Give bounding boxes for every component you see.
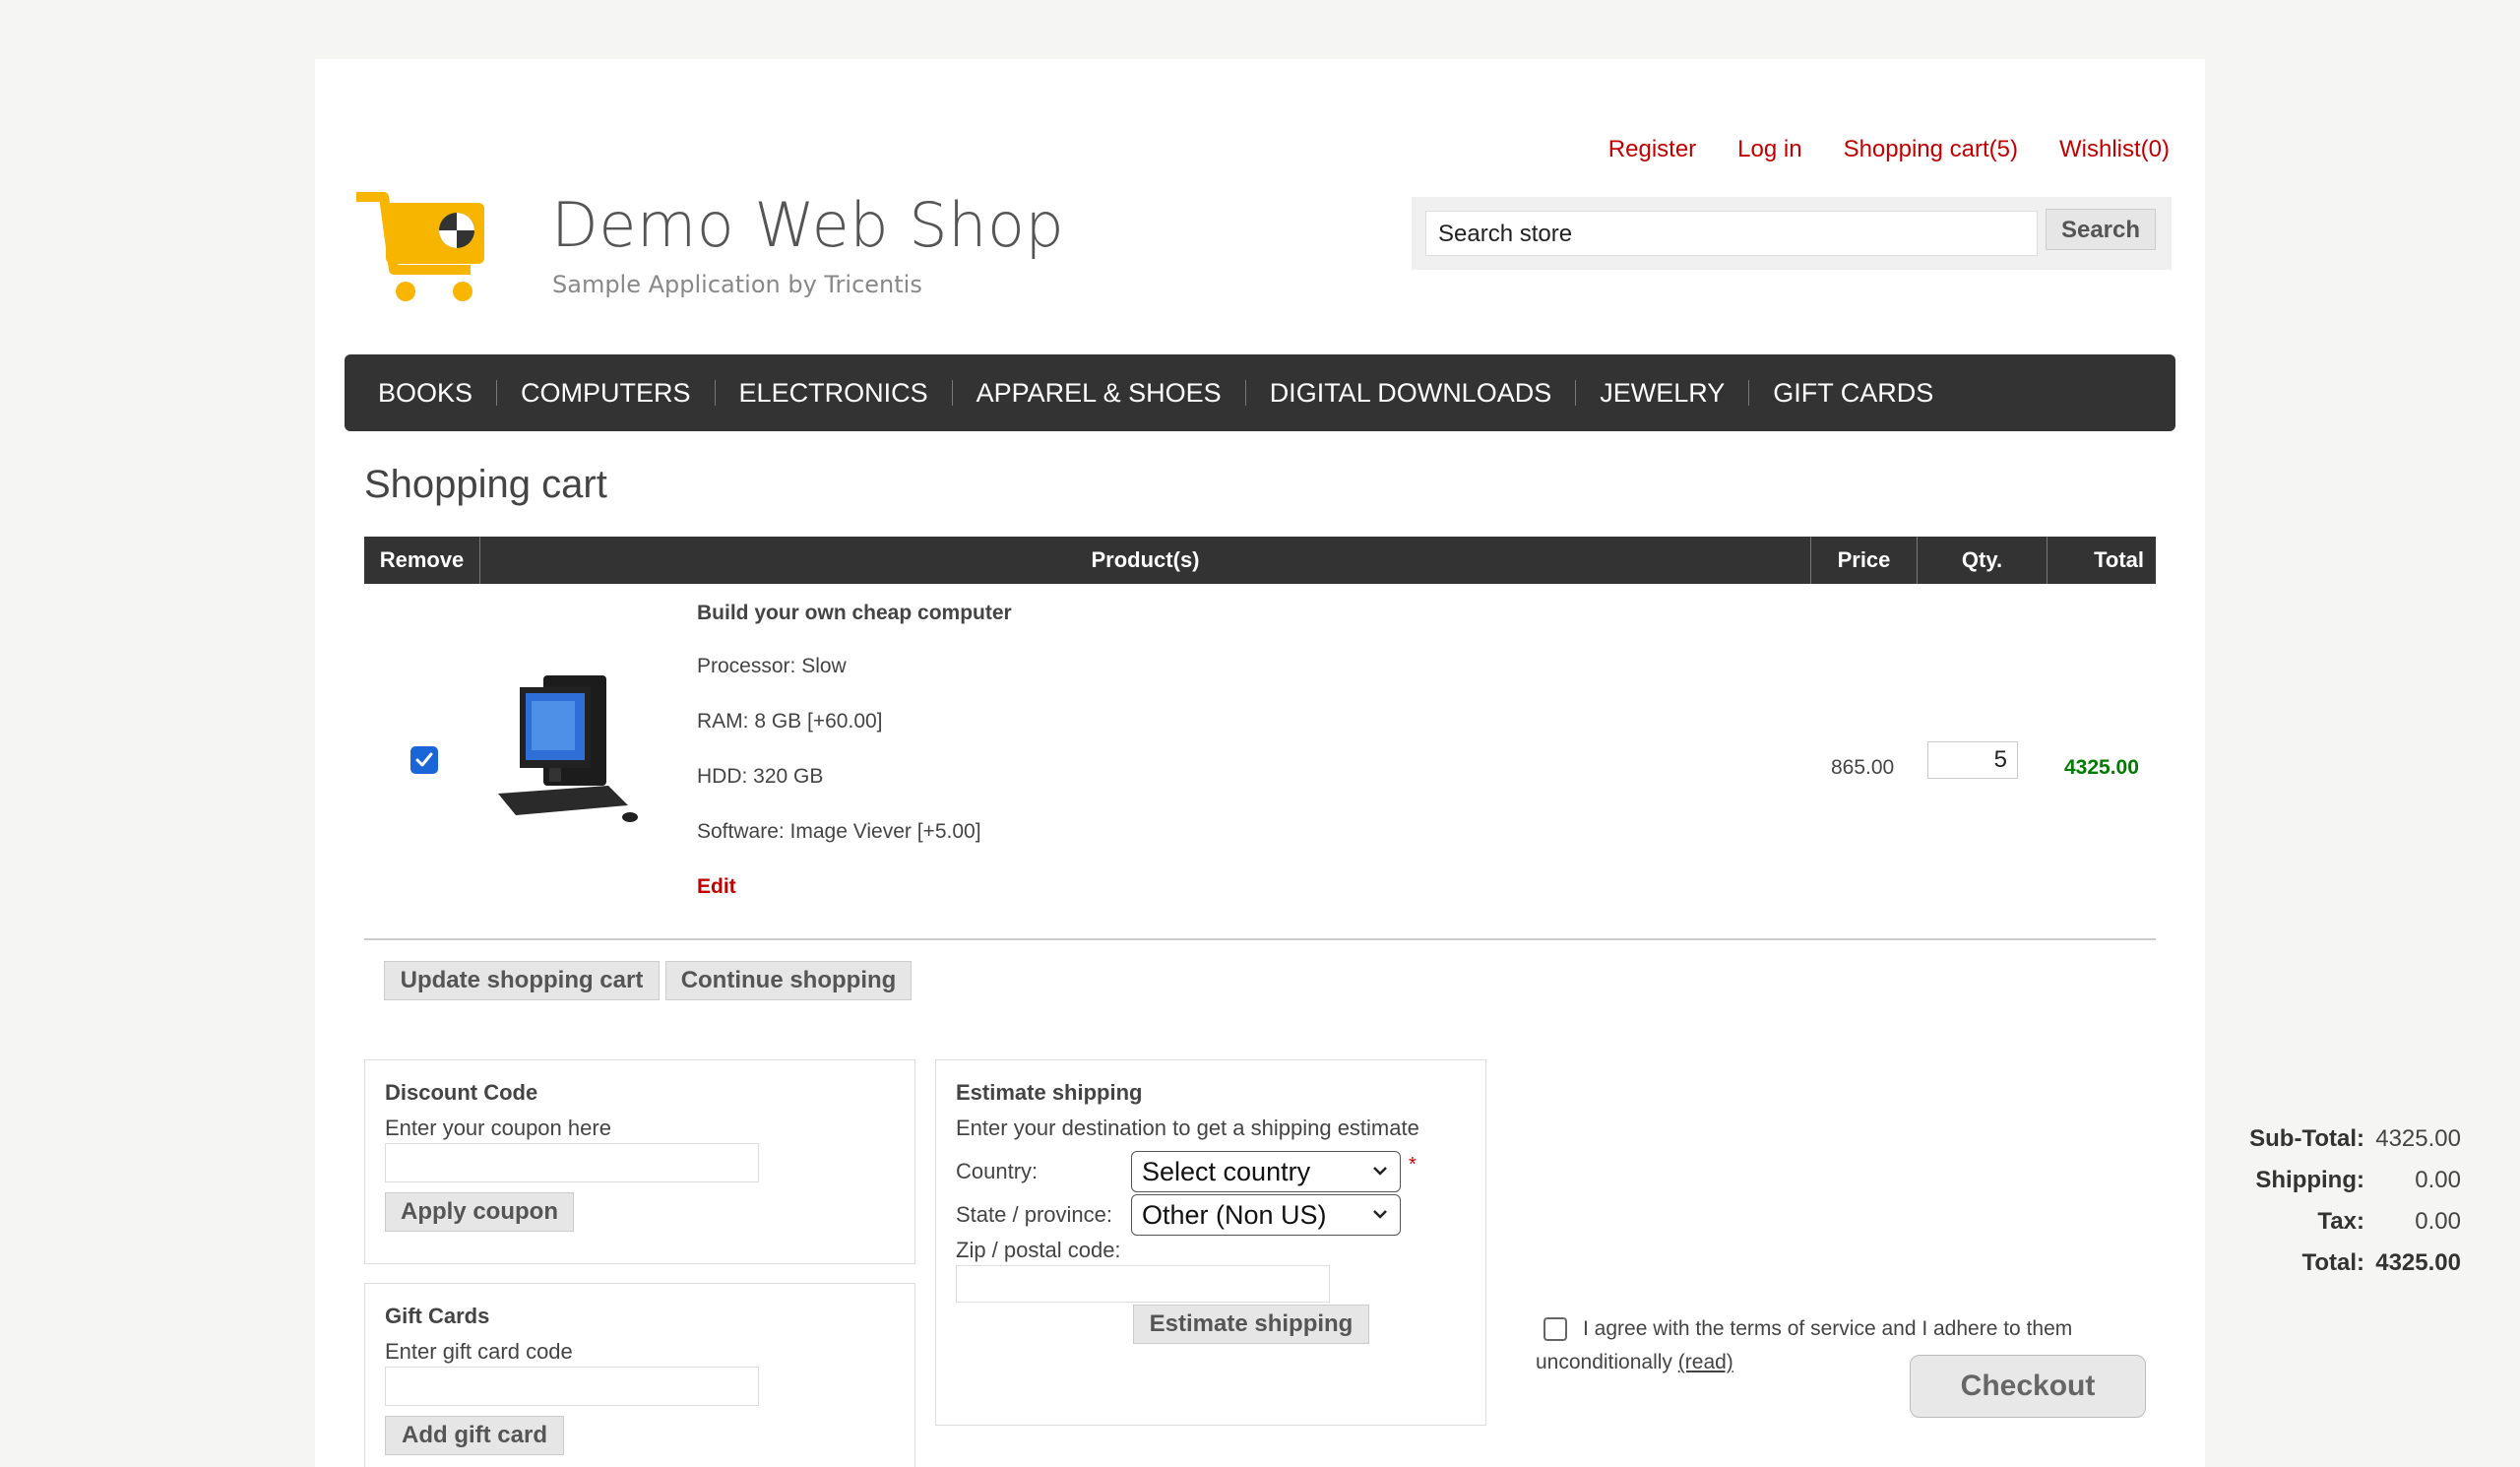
nav-separator — [496, 380, 498, 406]
product-attribute: Software: Image Viever [+5.00] — [697, 820, 981, 843]
nav-separator — [951, 380, 953, 406]
read-terms-link[interactable]: (read) — [1678, 1351, 1733, 1373]
search-input[interactable]: Search store — [1425, 211, 2038, 256]
register-link[interactable]: Register — [1608, 136, 1696, 163]
nav-separator — [1575, 380, 1577, 406]
line-total: 4325.00 — [2064, 756, 2139, 779]
checkout-button[interactable]: Checkout — [1910, 1355, 2146, 1418]
top-menu: BOOKS COMPUTERS ELECTRONICS APPAREL & SH… — [345, 354, 2175, 431]
shipping-label: Shipping: — [2255, 1167, 2364, 1193]
column-header-remove: Remove — [364, 537, 480, 584]
page: Demo Web Shop Sample Application by Tric… — [315, 59, 2461, 1467]
add-gift-card-button[interactable]: Add gift card — [385, 1416, 564, 1455]
zip-label: Zip / postal code: — [956, 1238, 1121, 1262]
apply-coupon-button[interactable]: Apply coupon — [385, 1192, 574, 1232]
column-header-product: Product(s) — [480, 537, 1811, 584]
country-select-value: Select country — [1142, 1157, 1311, 1186]
required-asterisk: * — [1409, 1154, 1417, 1176]
gift-cards-hint: Enter gift card code — [385, 1339, 573, 1364]
nav-item-apparel-shoes[interactable]: APPAREL & SHOES — [976, 378, 1222, 409]
shopping-cart-link[interactable]: Shopping cart(5) — [1844, 136, 2018, 163]
column-header-qty: Qty. — [1918, 537, 2048, 584]
tax-row: Tax: 0.00 — [2317, 1208, 2461, 1236]
wishlist-link[interactable]: Wishlist(0) — [2059, 136, 2170, 163]
subtotal-value: 4325.00 — [2375, 1125, 2461, 1152]
search-button[interactable]: Search — [2046, 209, 2156, 250]
cart-item-row: Build your own cheap computer Processor:… — [364, 584, 2156, 940]
nav-item-electronics[interactable]: ELECTRONICS — [739, 378, 928, 409]
total-value: 4325.00 — [2375, 1249, 2461, 1276]
product-attribute: RAM: 8 GB [+60.00] — [697, 710, 883, 733]
search-box: Search store Search — [1412, 197, 2172, 270]
nav-item-jewelry[interactable]: JEWELRY — [1600, 378, 1725, 409]
cart-table: Remove Product(s) Price Qty. Total Build… — [364, 537, 2156, 940]
total-label: Total: — [2301, 1249, 2364, 1276]
continue-shopping-button[interactable]: Continue shopping — [665, 961, 912, 1000]
estimate-shipping-button[interactable]: Estimate shipping — [1133, 1305, 1369, 1344]
edit-link[interactable]: Edit — [697, 875, 1012, 899]
cart-table-header: Remove Product(s) Price Qty. Total — [364, 537, 2156, 584]
country-select[interactable]: Select country — [1131, 1151, 1401, 1192]
shipping-hint: Enter your destination to get a shipping… — [956, 1116, 1419, 1140]
remove-checkbox[interactable] — [410, 746, 438, 774]
nav-separator — [714, 380, 716, 406]
shipping-row: Shipping: 0.00 — [2255, 1167, 2461, 1194]
product-image[interactable] — [492, 668, 640, 825]
tax-value: 0.00 — [2415, 1208, 2461, 1235]
update-cart-button[interactable]: Update shopping cart — [384, 961, 660, 1000]
estimate-shipping-box: Estimate shipping Enter your destination… — [935, 1059, 1486, 1426]
chevron-down-icon — [1373, 1167, 1387, 1176]
product-attribute: HDD: 320 GB — [697, 765, 824, 788]
total-row: Total: 4325.00 — [2301, 1249, 2461, 1277]
column-header-total: Total — [2094, 547, 2144, 572]
cart-logo-icon — [356, 192, 484, 301]
page-title: Shopping cart — [364, 463, 607, 506]
discount-hint: Enter your coupon here — [385, 1116, 611, 1140]
logo[interactable]: Demo Web Shop Sample Application by Tric… — [354, 128, 1064, 315]
nav-separator — [1244, 380, 1246, 406]
product-details: Build your own cheap computer Processor:… — [697, 602, 1012, 899]
product-attribute: Processor: Slow — [697, 655, 847, 677]
coupon-input[interactable] — [385, 1143, 759, 1182]
unit-price: 865.00 — [1831, 756, 1895, 779]
checkmark-icon — [415, 752, 433, 767]
gift-cards-title: Gift Cards — [385, 1304, 490, 1328]
nav-item-digital-downloads[interactable]: DIGITAL DOWNLOADS — [1270, 378, 1552, 409]
state-select-value: Other (Non US) — [1142, 1200, 1327, 1230]
state-select[interactable]: Other (Non US) — [1131, 1194, 1401, 1236]
state-label: State / province: — [956, 1202, 1112, 1227]
nav-item-computers[interactable]: COMPUTERS — [521, 378, 691, 409]
logo-subtitle: Sample Application by Tricentis — [552, 271, 922, 298]
quantity-input[interactable]: 5 — [1927, 741, 2018, 779]
gift-card-input[interactable] — [385, 1367, 759, 1406]
shipping-title: Estimate shipping — [956, 1080, 1143, 1105]
chevron-down-icon — [1373, 1210, 1387, 1219]
logo-title: Demo Web Shop — [551, 189, 1065, 261]
product-name[interactable]: Build your own cheap computer — [697, 602, 1012, 625]
discount-box: Discount Code Enter your coupon here App… — [364, 1059, 915, 1264]
header-links: Register Log in Shopping cart(5) Wishlis… — [1608, 136, 2170, 163]
nav-separator — [1748, 380, 1750, 406]
gift-cards-box: Gift Cards Enter gift card code Add gift… — [364, 1283, 915, 1467]
discount-title: Discount Code — [385, 1080, 538, 1105]
shipping-value: 0.00 — [2415, 1167, 2461, 1193]
country-label: Country: — [956, 1159, 1039, 1183]
column-header-price: Price — [1811, 537, 1918, 584]
login-link[interactable]: Log in — [1737, 136, 1801, 163]
zip-input[interactable] — [956, 1265, 1330, 1303]
subtotal-label: Sub-Total: — [2249, 1125, 2364, 1152]
nav-item-books[interactable]: BOOKS — [378, 378, 472, 409]
nav-item-gift-cards[interactable]: GIFT CARDS — [1773, 378, 1933, 409]
tax-label: Tax: — [2317, 1208, 2364, 1235]
subtotal-row: Sub-Total: 4325.00 — [2249, 1125, 2461, 1153]
